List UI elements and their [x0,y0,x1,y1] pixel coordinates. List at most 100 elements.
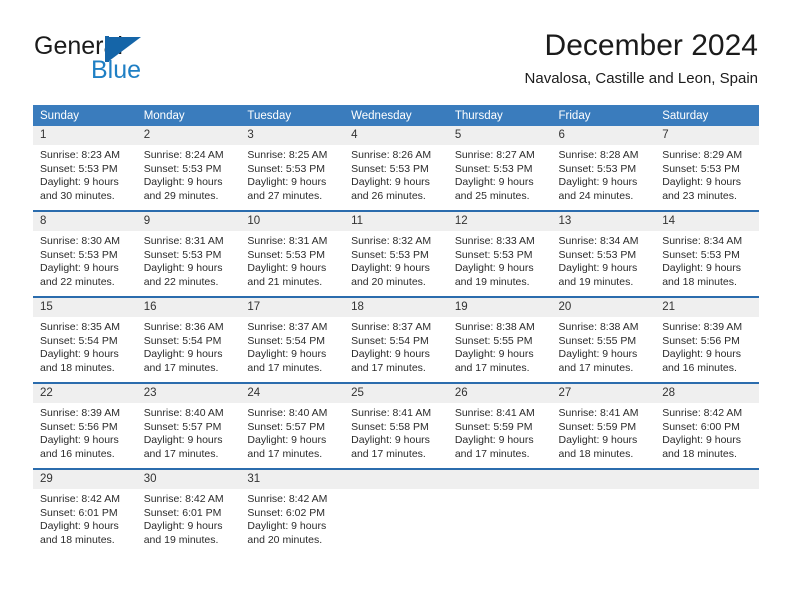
day-cell: 31 Sunrise: 8:42 AM Sunset: 6:02 PM Dayligh… [240,470,345,554]
day-number: 15 [33,298,137,317]
day-cell: 30 Sunrise: 8:42 AM Sunset: 6:01 PM Dayligh… [136,470,241,554]
sunrise-text: Sunrise: 8:39 AM [662,321,743,333]
daylight-text-line2: and 22 minutes. [143,275,219,288]
calendar-cell[interactable]: 17 Sunrise: 8:37 AM Sunset: 5:54 PM Dayligh… [240,296,345,383]
day-number: 4 [344,126,448,145]
day-sun-info: Sunrise: 8:25 AM Sunset: 5:53 PM Daylight:… [240,145,344,203]
calendar-cell[interactable]: 8 Sunrise: 8:30 AM Sunset: 5:53 PM Daylight… [33,210,137,297]
calendar-cell[interactable]: 4 Sunrise: 8:26 AM Sunset: 5:53 PM Daylight… [344,126,448,211]
calendar-cell[interactable]: 1 Sunrise: 8:23 AM Sunset: 5:53 PM Daylight… [33,126,137,211]
day-cell: 16 Sunrise: 8:36 AM Sunset: 5:54 PM Dayligh… [136,298,241,382]
sunset-text: Sunset: 5:53 PM [558,248,637,261]
calendar-cell[interactable]: 18 Sunrise: 8:37 AM Sunset: 5:54 PM Dayligh… [344,296,448,383]
day-number: 3 [240,126,345,145]
daylight-text-line2: and 30 minutes. [40,189,115,202]
day-number: 22 [33,384,137,403]
calendar-cell[interactable]: 30 Sunrise: 8:42 AM Sunset: 6:01 PM Dayligh… [136,468,241,554]
day-number: 17 [240,298,345,317]
day-cell: 15 Sunrise: 8:35 AM Sunset: 5:54 PM Dayligh… [33,298,137,382]
calendar-cell[interactable]: 29 Sunrise: 8:42 AM Sunset: 6:01 PM Dayligh… [33,468,137,554]
day-sun-info: Sunrise: 8:38 AM Sunset: 5:55 PM Daylight:… [552,317,656,375]
day-cell [447,470,552,554]
daylight-text-line1: Daylight: 9 hours [40,262,119,275]
calendar-cell[interactable]: 10 Sunrise: 8:31 AM Sunset: 5:53 PM Dayligh… [240,210,345,297]
daylight-text-line1: Daylight: 9 hours [454,176,534,189]
calendar-cell[interactable]: 6 Sunrise: 8:28 AM Sunset: 5:53 PM Daylight… [551,126,656,211]
day-sun-info: Sunrise: 8:40 AM Sunset: 5:57 PM Daylight:… [137,403,241,461]
calendar-cell[interactable]: 27 Sunrise: 8:41 AM Sunset: 5:59 PM Dayligh… [551,382,656,469]
sunset-text: Sunset: 5:53 PM [143,162,222,175]
calendar-cell[interactable]: 7 Sunrise: 8:29 AM Sunset: 5:53 PM Daylight… [655,126,759,211]
calendar-cell[interactable]: 24 Sunrise: 8:40 AM Sunset: 5:57 PM Dayligh… [240,382,345,469]
weekday-header-tuesday: Tuesday [240,105,345,126]
sunset-text: Sunset: 5:53 PM [351,162,429,175]
calendar-cell[interactable]: 21 Sunrise: 8:39 AM Sunset: 5:56 PM Dayligh… [655,296,759,383]
calendar-cell[interactable]: 15 Sunrise: 8:35 AM Sunset: 5:54 PM Dayligh… [33,296,137,383]
calendar-cell[interactable]: 16 Sunrise: 8:36 AM Sunset: 5:54 PM Dayligh… [136,296,241,383]
calendar-cell[interactable]: 3 Sunrise: 8:25 AM Sunset: 5:53 PM Daylight… [240,126,345,211]
daylight-text-line1: Daylight: 9 hours [143,434,223,447]
calendar-cell[interactable]: 5 Sunrise: 8:27 AM Sunset: 5:53 PM Daylight… [447,126,552,211]
daylight-text-line2: and 22 minutes. [40,275,115,288]
sunset-text: Sunset: 5:57 PM [143,420,222,433]
day-number: 10 [240,212,345,231]
daylight-text-line1: Daylight: 9 hours [351,348,430,361]
calendar-cell[interactable]: 31 Sunrise: 8:42 AM Sunset: 6:02 PM Dayligh… [240,468,345,554]
calendar-cell[interactable]: 26 Sunrise: 8:41 AM Sunset: 5:59 PM Dayligh… [447,382,552,469]
day-cell [655,470,759,554]
day-number: 23 [136,384,241,403]
day-number: 25 [344,384,448,403]
sunset-text: Sunset: 5:53 PM [454,248,533,261]
sunset-text: Sunset: 5:54 PM [143,334,222,347]
calendar-cell[interactable]: 13 Sunrise: 8:34 AM Sunset: 5:53 PM Dayligh… [551,210,656,297]
sunset-text: Sunset: 5:58 PM [351,420,429,433]
day-cell: 3 Sunrise: 8:25 AM Sunset: 5:53 PM Daylight… [240,126,345,210]
calendar-cell[interactable]: 19 Sunrise: 8:38 AM Sunset: 5:55 PM Dayligh… [447,296,552,383]
calendar-table: Sunday Monday Tuesday Wednesday Thursday… [33,105,759,554]
day-number: 31 [240,470,345,489]
brand-logo[interactable]: General Blue [34,32,254,88]
day-number: 18 [344,298,448,317]
title-block: December 2024 Navalosa, Castille and Leo… [525,28,758,90]
calendar-cell[interactable]: 12 Sunrise: 8:33 AM Sunset: 5:53 PM Dayligh… [447,210,552,297]
calendar-cell[interactable] [551,468,656,554]
weekday-header-thursday: Thursday [447,105,552,126]
calendar-cell[interactable]: 9 Sunrise: 8:31 AM Sunset: 5:53 PM Daylight… [136,210,241,297]
weekday-header-saturday: Saturday [655,105,759,126]
calendar-page: General Blue December 2024 Navalosa, Cas… [0,0,792,612]
daylight-text-line2: and 27 minutes. [247,189,323,202]
sunset-text: Sunset: 5:53 PM [454,162,533,175]
calendar-cell[interactable]: 11 Sunrise: 8:32 AM Sunset: 5:53 PM Dayligh… [344,210,448,297]
day-cell: 25 Sunrise: 8:41 AM Sunset: 5:58 PM Dayligh… [344,384,448,468]
daylight-text-line1: Daylight: 9 hours [247,176,327,189]
calendar-week-row: 22 Sunrise: 8:39 AM Sunset: 5:56 PM Dayligh… [33,382,759,469]
daylight-text-line2: and 17 minutes. [247,361,323,374]
calendar-cell[interactable] [655,468,759,554]
day-number: 19 [447,298,552,317]
daylight-text-line2: and 25 minutes. [454,189,530,202]
day-sun-info: Sunrise: 8:34 AM Sunset: 5:53 PM Daylight:… [552,231,656,289]
day-number: 2 [136,126,241,145]
calendar-cell[interactable] [447,468,552,554]
day-sun-info: Sunrise: 8:42 AM Sunset: 6:02 PM Daylight:… [240,489,344,547]
daylight-text-line2: and 17 minutes. [454,447,530,460]
daylight-text-line1: Daylight: 9 hours [662,262,742,275]
calendar-cell[interactable]: 20 Sunrise: 8:38 AM Sunset: 5:55 PM Dayligh… [551,296,656,383]
sunset-text: Sunset: 5:53 PM [351,248,429,261]
day-number: 24 [240,384,345,403]
daylight-text-line2: and 16 minutes. [40,447,115,460]
sunset-text: Sunset: 5:53 PM [662,248,740,261]
sunset-text: Sunset: 5:59 PM [558,420,637,433]
calendar-cell[interactable] [344,468,448,554]
calendar-cell[interactable]: 2 Sunrise: 8:24 AM Sunset: 5:53 PM Daylight… [136,126,241,211]
day-number [655,470,759,489]
calendar-cell[interactable]: 23 Sunrise: 8:40 AM Sunset: 5:57 PM Dayligh… [136,382,241,469]
calendar-cell[interactable]: 22 Sunrise: 8:39 AM Sunset: 5:56 PM Dayligh… [33,382,137,469]
daylight-text-line1: Daylight: 9 hours [143,262,223,275]
calendar-cell[interactable]: 28 Sunrise: 8:42 AM Sunset: 6:00 PM Dayligh… [655,382,759,469]
calendar-cell[interactable]: 25 Sunrise: 8:41 AM Sunset: 5:58 PM Dayligh… [344,382,448,469]
daylight-text-line1: Daylight: 9 hours [40,520,119,533]
calendar-cell[interactable]: 14 Sunrise: 8:34 AM Sunset: 5:53 PM Dayligh… [655,210,759,297]
sunrise-text: Sunrise: 8:39 AM [40,407,120,419]
sunrise-text: Sunrise: 8:37 AM [247,321,328,333]
